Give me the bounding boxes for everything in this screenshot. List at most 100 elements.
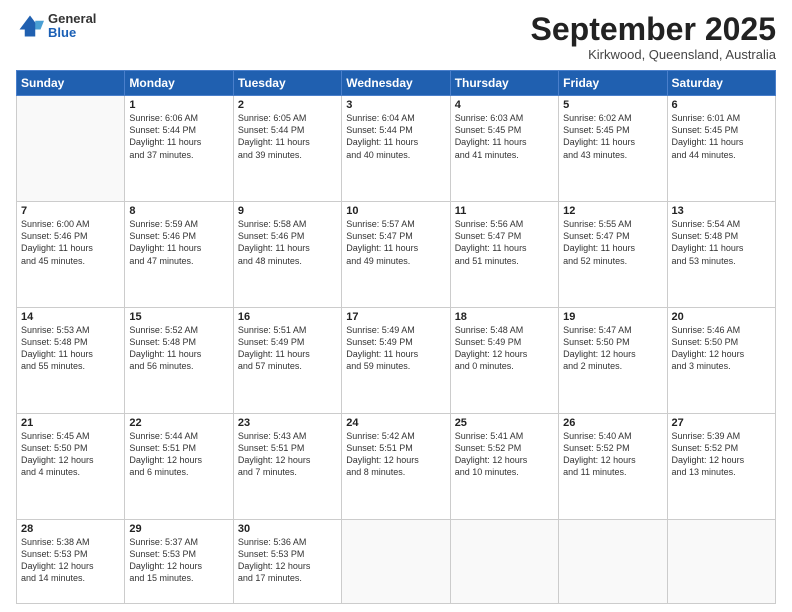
col-wednesday: Wednesday (342, 71, 450, 96)
cell-day-number: 26 (563, 417, 662, 429)
cell-day-number: 13 (672, 205, 771, 217)
location-subtitle: Kirkwood, Queensland, Australia (531, 47, 776, 62)
table-row: 15Sunrise: 5:52 AM Sunset: 5:48 PM Dayli… (125, 307, 233, 413)
cell-info: Sunrise: 5:51 AM Sunset: 5:49 PM Dayligh… (238, 324, 337, 373)
table-row: 23Sunrise: 5:43 AM Sunset: 5:51 PM Dayli… (233, 413, 341, 519)
table-row: 3Sunrise: 6:04 AM Sunset: 5:44 PM Daylig… (342, 96, 450, 202)
table-row: 28Sunrise: 5:38 AM Sunset: 5:53 PM Dayli… (17, 519, 125, 603)
cell-day-number: 8 (129, 205, 228, 217)
table-row: 4Sunrise: 6:03 AM Sunset: 5:45 PM Daylig… (450, 96, 558, 202)
cell-day-number: 12 (563, 205, 662, 217)
table-row: 14Sunrise: 5:53 AM Sunset: 5:48 PM Dayli… (17, 307, 125, 413)
cell-day-number: 4 (455, 99, 554, 111)
logo-blue-text: Blue (48, 26, 96, 40)
table-row: 2Sunrise: 6:05 AM Sunset: 5:44 PM Daylig… (233, 96, 341, 202)
cell-info: Sunrise: 5:43 AM Sunset: 5:51 PM Dayligh… (238, 430, 337, 479)
cell-day-number: 15 (129, 311, 228, 323)
table-row (17, 96, 125, 202)
title-block: September 2025 Kirkwood, Queensland, Aus… (531, 12, 776, 62)
page: General Blue September 2025 Kirkwood, Qu… (0, 0, 792, 612)
cell-info: Sunrise: 6:02 AM Sunset: 5:45 PM Dayligh… (563, 112, 662, 161)
cell-info: Sunrise: 5:42 AM Sunset: 5:51 PM Dayligh… (346, 430, 445, 479)
header: General Blue September 2025 Kirkwood, Qu… (16, 12, 776, 62)
cell-day-number: 3 (346, 99, 445, 111)
cell-info: Sunrise: 6:04 AM Sunset: 5:44 PM Dayligh… (346, 112, 445, 161)
table-row: 19Sunrise: 5:47 AM Sunset: 5:50 PM Dayli… (559, 307, 667, 413)
cell-day-number: 17 (346, 311, 445, 323)
col-sunday: Sunday (17, 71, 125, 96)
cell-info: Sunrise: 5:38 AM Sunset: 5:53 PM Dayligh… (21, 536, 120, 585)
col-friday: Friday (559, 71, 667, 96)
cell-day-number: 28 (21, 523, 120, 535)
table-row: 6Sunrise: 6:01 AM Sunset: 5:45 PM Daylig… (667, 96, 775, 202)
col-monday: Monday (125, 71, 233, 96)
cell-info: Sunrise: 6:05 AM Sunset: 5:44 PM Dayligh… (238, 112, 337, 161)
table-row: 30Sunrise: 5:36 AM Sunset: 5:53 PM Dayli… (233, 519, 341, 603)
cell-info: Sunrise: 5:45 AM Sunset: 5:50 PM Dayligh… (21, 430, 120, 479)
cell-day-number: 7 (21, 205, 120, 217)
cell-day-number: 14 (21, 311, 120, 323)
cell-info: Sunrise: 5:47 AM Sunset: 5:50 PM Dayligh… (563, 324, 662, 373)
month-title: September 2025 (531, 12, 776, 47)
cell-day-number: 30 (238, 523, 337, 535)
cell-day-number: 10 (346, 205, 445, 217)
cell-info: Sunrise: 5:41 AM Sunset: 5:52 PM Dayligh… (455, 430, 554, 479)
table-row (559, 519, 667, 603)
table-row (342, 519, 450, 603)
cell-info: Sunrise: 5:37 AM Sunset: 5:53 PM Dayligh… (129, 536, 228, 585)
cell-day-number: 21 (21, 417, 120, 429)
table-row: 13Sunrise: 5:54 AM Sunset: 5:48 PM Dayli… (667, 202, 775, 308)
cell-info: Sunrise: 6:06 AM Sunset: 5:44 PM Dayligh… (129, 112, 228, 161)
cell-info: Sunrise: 5:59 AM Sunset: 5:46 PM Dayligh… (129, 218, 228, 267)
table-row: 26Sunrise: 5:40 AM Sunset: 5:52 PM Dayli… (559, 413, 667, 519)
table-row: 10Sunrise: 5:57 AM Sunset: 5:47 PM Dayli… (342, 202, 450, 308)
table-row: 11Sunrise: 5:56 AM Sunset: 5:47 PM Dayli… (450, 202, 558, 308)
cell-day-number: 19 (563, 311, 662, 323)
cell-day-number: 27 (672, 417, 771, 429)
cell-day-number: 1 (129, 99, 228, 111)
cell-info: Sunrise: 5:52 AM Sunset: 5:48 PM Dayligh… (129, 324, 228, 373)
cell-day-number: 6 (672, 99, 771, 111)
table-row (667, 519, 775, 603)
cell-day-number: 9 (238, 205, 337, 217)
cell-info: Sunrise: 5:46 AM Sunset: 5:50 PM Dayligh… (672, 324, 771, 373)
logo-general-text: General (48, 12, 96, 26)
cell-day-number: 24 (346, 417, 445, 429)
table-row: 16Sunrise: 5:51 AM Sunset: 5:49 PM Dayli… (233, 307, 341, 413)
cell-info: Sunrise: 5:40 AM Sunset: 5:52 PM Dayligh… (563, 430, 662, 479)
cell-info: Sunrise: 5:54 AM Sunset: 5:48 PM Dayligh… (672, 218, 771, 267)
cell-info: Sunrise: 5:58 AM Sunset: 5:46 PM Dayligh… (238, 218, 337, 267)
cell-info: Sunrise: 5:36 AM Sunset: 5:53 PM Dayligh… (238, 536, 337, 585)
logo-icon (16, 12, 44, 40)
cell-info: Sunrise: 5:48 AM Sunset: 5:49 PM Dayligh… (455, 324, 554, 373)
table-row: 22Sunrise: 5:44 AM Sunset: 5:51 PM Dayli… (125, 413, 233, 519)
table-row: 21Sunrise: 5:45 AM Sunset: 5:50 PM Dayli… (17, 413, 125, 519)
cell-day-number: 25 (455, 417, 554, 429)
logo: General Blue (16, 12, 96, 41)
cell-info: Sunrise: 5:44 AM Sunset: 5:51 PM Dayligh… (129, 430, 228, 479)
table-row (450, 519, 558, 603)
col-saturday: Saturday (667, 71, 775, 96)
table-row: 24Sunrise: 5:42 AM Sunset: 5:51 PM Dayli… (342, 413, 450, 519)
logo-text: General Blue (48, 12, 96, 41)
table-row: 1Sunrise: 6:06 AM Sunset: 5:44 PM Daylig… (125, 96, 233, 202)
cell-info: Sunrise: 5:49 AM Sunset: 5:49 PM Dayligh… (346, 324, 445, 373)
cell-day-number: 11 (455, 205, 554, 217)
table-row: 18Sunrise: 5:48 AM Sunset: 5:49 PM Dayli… (450, 307, 558, 413)
cell-day-number: 16 (238, 311, 337, 323)
calendar-header-row: Sunday Monday Tuesday Wednesday Thursday… (17, 71, 776, 96)
cell-day-number: 5 (563, 99, 662, 111)
table-row: 12Sunrise: 5:55 AM Sunset: 5:47 PM Dayli… (559, 202, 667, 308)
cell-day-number: 22 (129, 417, 228, 429)
cell-info: Sunrise: 5:53 AM Sunset: 5:48 PM Dayligh… (21, 324, 120, 373)
cell-info: Sunrise: 5:55 AM Sunset: 5:47 PM Dayligh… (563, 218, 662, 267)
table-row: 27Sunrise: 5:39 AM Sunset: 5:52 PM Dayli… (667, 413, 775, 519)
cell-day-number: 2 (238, 99, 337, 111)
cell-day-number: 18 (455, 311, 554, 323)
cell-info: Sunrise: 6:03 AM Sunset: 5:45 PM Dayligh… (455, 112, 554, 161)
col-thursday: Thursday (450, 71, 558, 96)
cell-info: Sunrise: 5:57 AM Sunset: 5:47 PM Dayligh… (346, 218, 445, 267)
col-tuesday: Tuesday (233, 71, 341, 96)
cell-info: Sunrise: 5:56 AM Sunset: 5:47 PM Dayligh… (455, 218, 554, 267)
cell-info: Sunrise: 5:39 AM Sunset: 5:52 PM Dayligh… (672, 430, 771, 479)
